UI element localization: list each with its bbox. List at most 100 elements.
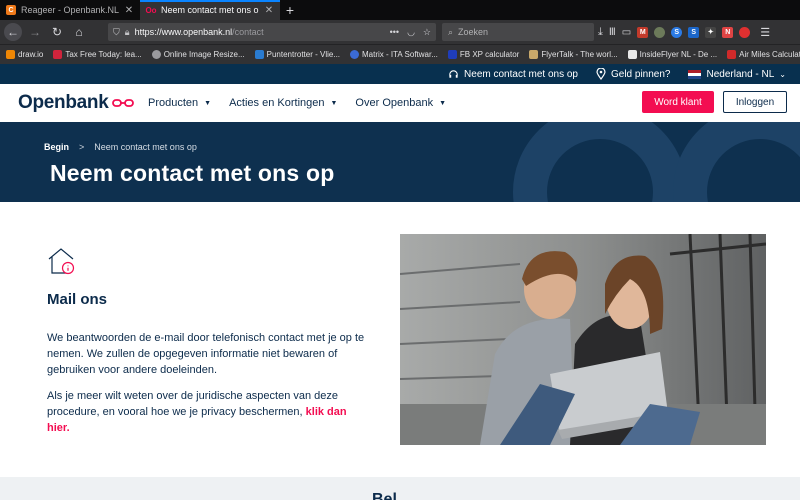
red-extension-icon[interactable] bbox=[739, 26, 751, 38]
home-button[interactable]: ⌂ bbox=[70, 23, 88, 41]
bookmark-item[interactable]: InsideFlyer NL - De ... bbox=[627, 50, 718, 59]
bookmark-label: Tax Free Today: lea... bbox=[65, 50, 142, 59]
menu-label: Producten bbox=[148, 97, 199, 109]
bookmark-item[interactable]: Matrix - ITA Softwar... bbox=[350, 50, 438, 59]
menu-label: Acties en Kortingen bbox=[229, 97, 325, 109]
bookmarks-bar: draw.io Tax Free Today: lea... Online Im… bbox=[0, 44, 800, 64]
country-selector[interactable]: Nederland - NL ⌄ bbox=[688, 69, 786, 80]
airmiles-icon bbox=[727, 50, 737, 59]
menu-item-acties[interactable]: Acties en Kortingen ▼ bbox=[229, 97, 337, 109]
avatar-extension-icon[interactable] bbox=[654, 26, 666, 38]
s-blue-extension-icon[interactable]: S bbox=[688, 26, 700, 38]
decorative-glasses-graphic bbox=[513, 122, 800, 202]
search-input[interactable]: ⌕ Zoeken bbox=[442, 23, 594, 41]
fb-icon bbox=[447, 50, 457, 59]
pdf-extension-icon[interactable]: N bbox=[722, 26, 734, 38]
bookmark-label: FlyerTalk - The worl... bbox=[541, 50, 618, 59]
bookmark-label: Air Miles Calculator bbox=[739, 50, 800, 59]
url-bar[interactable]: ⛉ 🔒︎ https://www.openbank.nl/contact •••… bbox=[108, 23, 436, 41]
browser-window: C Reageer - Openbank.NL - Perso ✕ Oo Nee… bbox=[0, 0, 800, 500]
bookmark-label: draw.io bbox=[18, 50, 44, 59]
bookmark-item[interactable]: Puntentrotter - Vlie... bbox=[254, 50, 340, 59]
mail-heading: Mail ons bbox=[47, 291, 108, 308]
new-tab-button[interactable]: + bbox=[280, 0, 300, 20]
search-placeholder: Zoeken bbox=[458, 27, 489, 37]
taxfree-icon bbox=[53, 50, 63, 59]
caret-down-icon: ▼ bbox=[204, 99, 212, 107]
menu-icon[interactable]: ☰ bbox=[760, 26, 770, 39]
bookmark-item[interactable]: Air Miles Calculator bbox=[727, 50, 800, 59]
contact-link-label: Neem contact met ons op bbox=[464, 68, 578, 80]
privacy-text: Als je meer wilt weten over de juridisch… bbox=[47, 390, 339, 418]
word-klant-button[interactable]: Word klant bbox=[642, 91, 714, 113]
tab-strip: C Reageer - Openbank.NL - Perso ✕ Oo Nee… bbox=[0, 0, 800, 20]
tab-title: Neem contact met ons op | Ope bbox=[161, 5, 259, 15]
globe-icon bbox=[151, 50, 161, 59]
mail-description: We beantwoorden de e-mail door telefonis… bbox=[47, 332, 365, 376]
close-icon[interactable]: ✕ bbox=[124, 5, 134, 16]
tab-title: Reageer - Openbank.NL - Perso bbox=[21, 5, 119, 15]
location-pin-icon bbox=[596, 68, 606, 80]
bookmark-item[interactable]: Online Image Resize... bbox=[151, 50, 245, 59]
url-base: https://www.openbank.nl bbox=[134, 27, 233, 37]
gmail-extension-icon[interactable]: M bbox=[637, 26, 649, 38]
breadcrumb-home[interactable]: Begin bbox=[44, 142, 69, 152]
logo-text: Openbank bbox=[18, 92, 109, 113]
openbank-favicon-icon: C bbox=[6, 5, 16, 15]
reload-button[interactable]: ↻ bbox=[48, 23, 66, 41]
privacy-paragraph: Als je meer wilt weten over de juridisch… bbox=[47, 388, 369, 436]
extensions-area: ⤓ Ⅲ ▭ M S S ✦ N ☰ bbox=[598, 23, 770, 41]
openbank-favicon-icon: Oo bbox=[145, 5, 157, 15]
bookmark-item[interactable]: draw.io bbox=[6, 50, 43, 59]
library-icon[interactable]: Ⅲ bbox=[609, 27, 616, 38]
glasses-icon bbox=[111, 99, 134, 107]
sidebar-icon[interactable]: ▭ bbox=[622, 27, 631, 38]
puntentrotter-icon bbox=[254, 50, 264, 59]
forward-button[interactable]: → bbox=[26, 23, 44, 41]
bookmark-item[interactable]: FB XP calculator bbox=[447, 50, 519, 59]
main-content: Mail ons We beantwoorden de e-mail door … bbox=[0, 202, 800, 477]
insideflyer-icon bbox=[627, 50, 637, 59]
utility-bar: Neem contact met ons op Geld pinnen? Ned… bbox=[0, 64, 800, 84]
bookmark-label: InsideFlyer NL - De ... bbox=[639, 50, 718, 59]
hero-banner: Begin > Neem contact met ons op Neem con… bbox=[0, 122, 800, 202]
page-actions-button[interactable]: ••• bbox=[390, 27, 399, 38]
bookmark-item[interactable]: Tax Free Today: lea... bbox=[53, 50, 142, 59]
openbank-logo[interactable]: Openbank bbox=[18, 92, 134, 114]
pocket-icon[interactable]: ◡ bbox=[407, 27, 415, 38]
page-title: Neem contact met ons op bbox=[50, 160, 335, 186]
atm-link-label: Geld pinnen? bbox=[610, 68, 671, 80]
bookmark-label: Online Image Resize... bbox=[163, 50, 245, 59]
bookmark-item[interactable]: FlyerTalk - The worl... bbox=[529, 50, 618, 59]
bookmark-star-icon[interactable]: ☆ bbox=[423, 27, 431, 38]
tab-reageer[interactable]: C Reageer - Openbank.NL - Perso ✕ bbox=[0, 0, 140, 20]
atm-link[interactable]: Geld pinnen? bbox=[596, 68, 671, 80]
menu-label: Over Openbank bbox=[355, 97, 434, 109]
contact-link[interactable]: Neem contact met ons op bbox=[448, 69, 578, 80]
inloggen-button[interactable]: Inloggen bbox=[723, 91, 787, 113]
back-button[interactable]: ← bbox=[4, 23, 22, 41]
menu-item-over-openbank[interactable]: Over Openbank ▼ bbox=[355, 97, 446, 109]
chevron-down-icon: ⌄ bbox=[779, 69, 786, 79]
download-icon[interactable]: ⤓ bbox=[598, 26, 603, 39]
country-label: Nederland - NL bbox=[706, 68, 775, 80]
headset-icon bbox=[449, 69, 458, 78]
main-navigation: Openbank Producten ▼ Acties en Kortingen ▼… bbox=[0, 84, 800, 122]
caret-down-icon: ▼ bbox=[439, 99, 447, 107]
call-section: Bel bbox=[0, 477, 800, 500]
tab-contact[interactable]: Oo Neem contact met ons op | Ope ✕ bbox=[140, 0, 280, 20]
matrix-icon bbox=[350, 50, 360, 59]
puzzle-extension-icon[interactable]: ✦ bbox=[705, 26, 717, 38]
search-icon: ⌕ bbox=[448, 26, 454, 37]
flyertalk-icon bbox=[529, 50, 539, 59]
couple-laptop-photo bbox=[400, 234, 766, 445]
breadcrumb-separator-icon: > bbox=[79, 142, 85, 152]
s-extension-icon[interactable]: S bbox=[671, 26, 683, 38]
call-heading: Bel bbox=[372, 491, 397, 500]
lock-icon[interactable]: 🔒︎ bbox=[125, 27, 130, 38]
shield-icon[interactable]: ⛉ bbox=[113, 27, 120, 38]
primary-menu: Producten ▼ Acties en Kortingen ▼ Over Ope… bbox=[148, 84, 446, 122]
close-icon[interactable]: ✕ bbox=[264, 5, 274, 16]
menu-item-producten[interactable]: Producten ▼ bbox=[148, 97, 211, 109]
house-info-icon bbox=[48, 248, 75, 275]
